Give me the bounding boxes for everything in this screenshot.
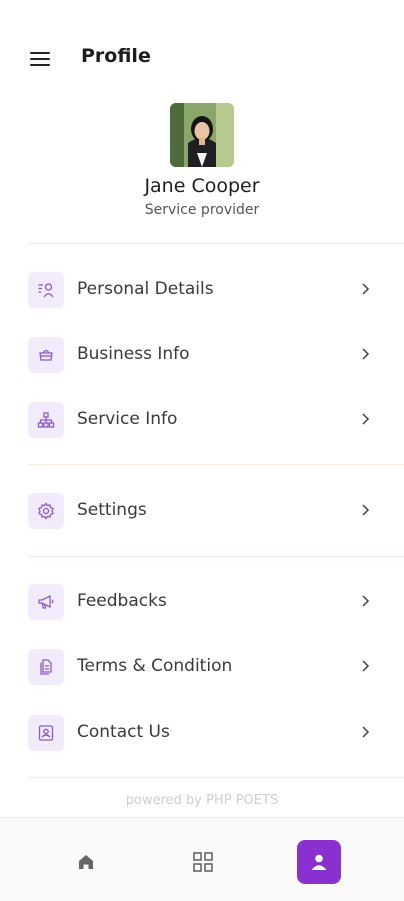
bottom-nav (0, 817, 404, 901)
profile-card: Jane Cooper Service provider (0, 103, 404, 218)
personal-details-icon (28, 272, 64, 308)
menu-item-terms[interactable]: Terms & Condition (0, 641, 404, 693)
menu-label: Personal Details (77, 279, 214, 299)
menu-item-service-info[interactable]: Service Info (0, 394, 404, 446)
divider (28, 777, 404, 778)
chevron-right-icon (362, 660, 370, 672)
page-title: Profile (81, 45, 151, 67)
chevron-right-icon (362, 283, 370, 295)
nav-grid[interactable] (181, 840, 225, 884)
menu-label: Contact Us (77, 722, 170, 742)
menu-label: Terms & Condition (77, 656, 233, 676)
avatar[interactable] (170, 103, 234, 167)
nav-profile[interactable] (297, 840, 341, 884)
chevron-right-icon (362, 504, 370, 516)
menu-label: Service Info (77, 409, 178, 429)
divider (28, 464, 404, 465)
menu-label: Feedbacks (77, 591, 167, 611)
document-icon (28, 649, 64, 685)
hamburger-menu-icon[interactable] (28, 46, 54, 72)
menu-label: Business Info (77, 344, 190, 364)
menu-item-personal-details[interactable]: Personal Details (0, 264, 404, 316)
app-header: Profile (0, 0, 404, 118)
business-info-icon (28, 337, 64, 373)
menu-item-feedbacks[interactable]: Feedbacks (0, 576, 404, 628)
menu-item-business-info[interactable]: Business Info (0, 329, 404, 381)
menu-label: Settings (77, 500, 147, 520)
profile-icon (311, 854, 327, 870)
menu-item-settings[interactable]: Settings (0, 485, 404, 537)
nav-home[interactable] (64, 840, 108, 884)
chevron-right-icon (362, 595, 370, 607)
divider (28, 556, 404, 557)
service-info-icon (28, 402, 64, 438)
profile-name: Jane Cooper (144, 175, 260, 197)
grid-icon (193, 852, 213, 872)
home-icon (79, 855, 93, 869)
chevron-right-icon (362, 348, 370, 360)
megaphone-icon (28, 584, 64, 620)
powered-by-text: powered by PHP POETS (125, 793, 279, 808)
gear-icon (28, 493, 64, 529)
chevron-right-icon (362, 413, 370, 425)
menu-item-contact-us[interactable]: Contact Us (0, 707, 404, 759)
divider (28, 243, 404, 244)
profile-role: Service provider (144, 202, 260, 218)
chevron-right-icon (362, 726, 370, 738)
contact-card-icon (28, 715, 64, 751)
